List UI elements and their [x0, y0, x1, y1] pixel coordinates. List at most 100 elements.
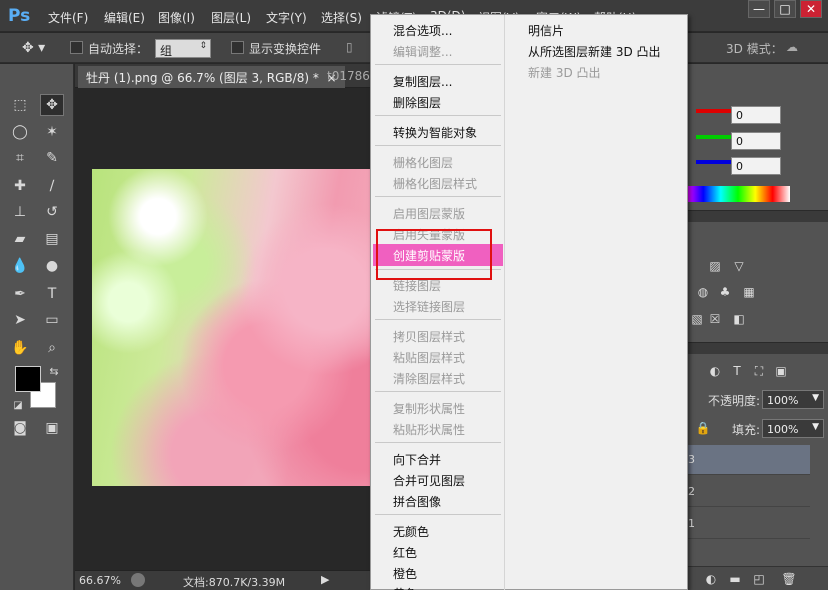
menu-color-none[interactable]: 无颜色: [393, 523, 429, 540]
green-slider[interactable]: [696, 135, 732, 139]
menu-edit-adjustment: 编辑调整...: [393, 45, 453, 59]
orbit-3d-icon[interactable]: ☁: [786, 40, 798, 54]
close-button[interactable]: ✕: [800, 0, 822, 18]
history-brush-icon[interactable]: ↺: [40, 201, 64, 223]
layer-row-2[interactable]: 2: [686, 477, 810, 507]
new-layer-icon[interactable]: ◰: [750, 571, 768, 587]
magic-wand-icon[interactable]: ✶: [40, 121, 64, 143]
menu-color-yellow[interactable]: 黄色: [393, 585, 417, 590]
menu-flatten-image[interactable]: 拼合图像: [393, 493, 441, 510]
pen-tool-icon[interactable]: ✒: [8, 283, 32, 305]
posterize-icon[interactable]: ☒: [706, 311, 724, 327]
menu-edit[interactable]: 编辑(E): [104, 9, 145, 26]
menu-copy-shape-attributes: 复制形状属性: [393, 402, 466, 416]
dodge-tool-icon[interactable]: ●: [40, 255, 64, 277]
color-spectrum[interactable]: [686, 186, 790, 202]
path-select-icon[interactable]: ➤: [8, 309, 32, 331]
align-top-icon[interactable]: ▯: [346, 40, 353, 54]
chevron-down-icon: ▼: [812, 393, 819, 403]
adjustment-layer-icon[interactable]: ◐: [702, 571, 720, 587]
auto-select-target-select[interactable]: 组 ⇕: [155, 39, 211, 58]
zoom-tool-icon[interactable]: ⌕: [40, 337, 64, 359]
invert-icon[interactable]: ▧: [688, 311, 706, 327]
opacity-label: 不透明度:: [708, 394, 761, 408]
green-value-input[interactable]: 0: [731, 132, 781, 150]
lock-icon[interactable]: 🔒: [694, 420, 712, 436]
menu-convert-smart-object[interactable]: 转换为智能对象: [393, 124, 477, 141]
blue-value-input[interactable]: 0: [731, 157, 781, 175]
menu-delete-layer[interactable]: 删除图层: [393, 94, 441, 111]
healing-brush-icon[interactable]: ✚: [8, 175, 32, 197]
menu-blending-options[interactable]: 混合选项...: [393, 22, 452, 39]
screen-mode-icon[interactable]: ▣: [40, 417, 64, 439]
levels-icon[interactable]: ▨: [706, 258, 724, 274]
move-tool-icon[interactable]: ✥ ▾: [22, 40, 45, 56]
status-arrow-icon[interactable]: ▶: [321, 573, 329, 586]
show-transform-checkbox[interactable]: [231, 41, 244, 54]
restore-button[interactable]: □: [774, 0, 796, 18]
shape-tool-icon[interactable]: ▭: [40, 309, 64, 331]
menu-layer[interactable]: 图层(L): [211, 9, 251, 26]
peony-photo[interactable]: [92, 169, 392, 486]
menu-file[interactable]: 文件(F): [48, 9, 88, 26]
menu-merge-down[interactable]: 向下合并: [393, 451, 441, 468]
document-tab-active[interactable]: 牡丹 (1).png @ 66.7% (图层 3, RGB/8) * ×: [78, 66, 345, 88]
crop-tool-icon[interactable]: ⌗: [8, 147, 32, 169]
layer-row-3[interactable]: 3: [686, 445, 810, 475]
blur-tool-icon[interactable]: 💧: [8, 255, 32, 277]
swap-colors-icon[interactable]: ⇆: [42, 360, 66, 382]
type-tool-icon[interactable]: T: [40, 283, 64, 305]
menu-separator: [375, 319, 501, 320]
marquee-tool-icon[interactable]: ⬚: [8, 94, 32, 116]
zoom-level[interactable]: 66.67%: [79, 574, 121, 587]
move-tool-icon[interactable]: ✥: [40, 94, 64, 116]
menu-postcard[interactable]: 明信片: [528, 22, 564, 39]
layer-context-menu: 混合选项... 编辑调整... 复制图层... 删除图层 转换为智能对象 栅格化…: [370, 14, 688, 590]
minimize-button[interactable]: —: [748, 0, 770, 18]
channel-mixer-icon[interactable]: ♣: [716, 284, 734, 300]
menu-merge-visible[interactable]: 合并可见图层: [393, 472, 465, 489]
status-info-icon[interactable]: [131, 573, 145, 587]
fill-input[interactable]: 100% ▼: [762, 419, 824, 438]
lasso-tool-icon[interactable]: ◯: [8, 121, 32, 143]
menu-separator: [375, 64, 501, 65]
red-value-input[interactable]: 0: [731, 106, 781, 124]
quick-mask-icon[interactable]: ◙: [8, 417, 32, 439]
filter-smart-icon[interactable]: ▣: [772, 363, 790, 379]
menu-type[interactable]: 文字(Y): [266, 9, 307, 26]
menu-clear-layer-style: 清除图层样式: [393, 372, 466, 386]
menu-color-orange[interactable]: 橙色: [393, 565, 417, 582]
menu-new-3d-extrusion-from-layer[interactable]: 从所选图层新建 3D 凸出: [528, 43, 661, 60]
menu-image[interactable]: 图像(I): [158, 9, 195, 26]
panel-divider: [686, 342, 828, 354]
filter-shape-icon[interactable]: ⛶: [750, 363, 768, 379]
threshold-icon[interactable]: ◧: [730, 311, 748, 327]
auto-select-label: 自动选择：: [88, 42, 149, 56]
group-folder-icon[interactable]: ▬: [726, 571, 744, 587]
opacity-input[interactable]: 100% ▼: [762, 390, 824, 409]
photo-filter-icon[interactable]: ◍: [694, 284, 712, 300]
menu-duplicate-layer[interactable]: 复制图层...: [393, 73, 452, 90]
fill-label: 填充:: [732, 423, 761, 437]
gradient-tool-icon[interactable]: ▤: [40, 228, 64, 250]
gradient-map-icon[interactable]: ▽: [730, 258, 748, 274]
hand-tool-icon[interactable]: ✋: [8, 337, 32, 359]
blue-slider[interactable]: [696, 160, 732, 164]
default-colors-icon[interactable]: ◪: [6, 394, 30, 416]
eraser-tool-icon[interactable]: ▰: [8, 228, 32, 250]
layer-row-1[interactable]: 1: [686, 509, 810, 539]
red-slider[interactable]: [696, 109, 732, 113]
menu-select[interactable]: 选择(S): [321, 9, 362, 26]
foreground-color-swatch[interactable]: [15, 366, 41, 392]
eyedropper-icon[interactable]: ✎: [40, 147, 64, 169]
filter-adjust-icon[interactable]: ◐: [706, 363, 724, 379]
stamp-tool-icon[interactable]: ⊥: [8, 201, 32, 223]
menu-color-red[interactable]: 红色: [393, 544, 417, 561]
filter-type-icon[interactable]: T: [728, 363, 746, 379]
brush-tool-icon[interactable]: ∕: [40, 175, 64, 197]
toolbox: ⬚ ✥ ◯ ✶ ⌗ ✎ ✚ ∕ ⊥ ↺ ▰ ▤ 💧 ● ✒ T ➤ ▭ ✋ ⌕ …: [0, 64, 74, 590]
trash-icon[interactable]: 🗑: [780, 571, 798, 587]
color-lookup-icon[interactable]: ▦: [740, 284, 758, 300]
document-tab-inactive[interactable]: t01786: [327, 69, 370, 83]
auto-select-checkbox[interactable]: [70, 41, 83, 54]
